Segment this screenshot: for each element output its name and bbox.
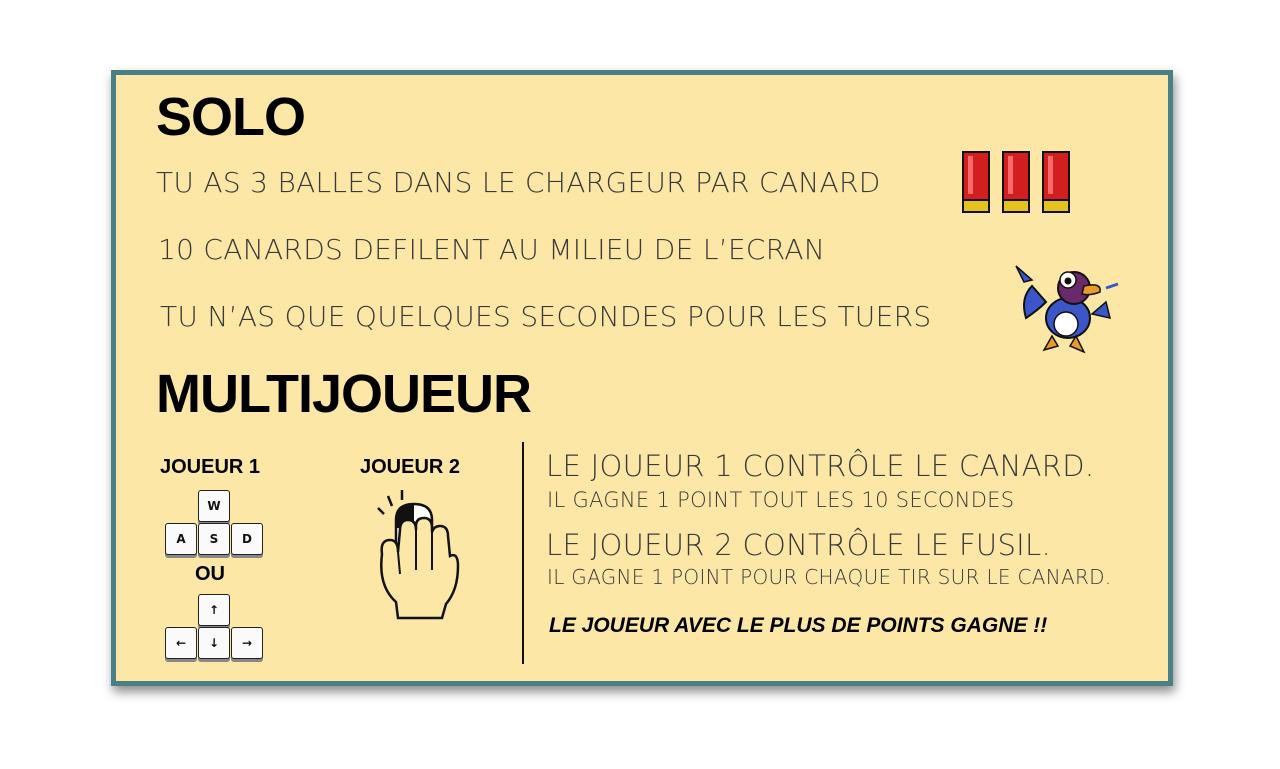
duck-icon <box>1010 258 1122 363</box>
player1-rule-title: LE JOUEUR 1 CONTRÔLE LE CANARD. <box>546 449 1095 483</box>
multiplayer-title: MULTIJOUEUR <box>156 364 532 424</box>
solo-rule-2: 10 CANARDS DEFILENT AU MILIEU DE L’ECRAN <box>158 233 826 266</box>
solo-title: SOLO <box>156 87 306 147</box>
divider-line <box>522 442 524 664</box>
shotgun-shells-icon <box>960 150 1075 223</box>
mouse-hand-icon <box>372 490 464 627</box>
player2-rule-title: LE JOUEUR 2 CONTRÔLE LE FUSIL. <box>546 528 1051 562</box>
key-arrow-right: → <box>231 627 263 659</box>
winner-rule: LE JOUEUR AVEC LE PLUS DE POINTS GAGNE !… <box>549 614 1048 637</box>
key-s: S <box>198 523 230 555</box>
player1-label: JOUEUR 1 <box>160 456 261 478</box>
key-arrow-left: ← <box>165 627 197 659</box>
key-arrow-down: ↓ <box>198 627 230 659</box>
player2-rule-sub: IL GAGNE 1 POINT POUR CHAQUE TIR SUR LE … <box>547 565 1112 589</box>
key-arrow-up: ↑ <box>198 594 230 626</box>
shell-icon <box>1042 151 1070 213</box>
player2-label: JOUEUR 2 <box>360 456 461 478</box>
key-a: A <box>165 523 197 555</box>
key-d: D <box>231 523 263 555</box>
player1-rule-sub: IL GAGNE 1 POINT TOUT LES 10 SECONDES <box>547 488 1015 512</box>
shell-icon <box>1002 151 1030 213</box>
solo-rule-3: TU N’AS QUE QUELQUES SECONDES POUR LES T… <box>160 300 932 333</box>
key-w: W <box>198 490 230 522</box>
or-label: OU <box>195 563 225 585</box>
shell-icon <box>962 151 990 213</box>
solo-rule-1: TU AS 3 BALLES DANS LE CHARGEUR PAR CANA… <box>156 166 881 199</box>
